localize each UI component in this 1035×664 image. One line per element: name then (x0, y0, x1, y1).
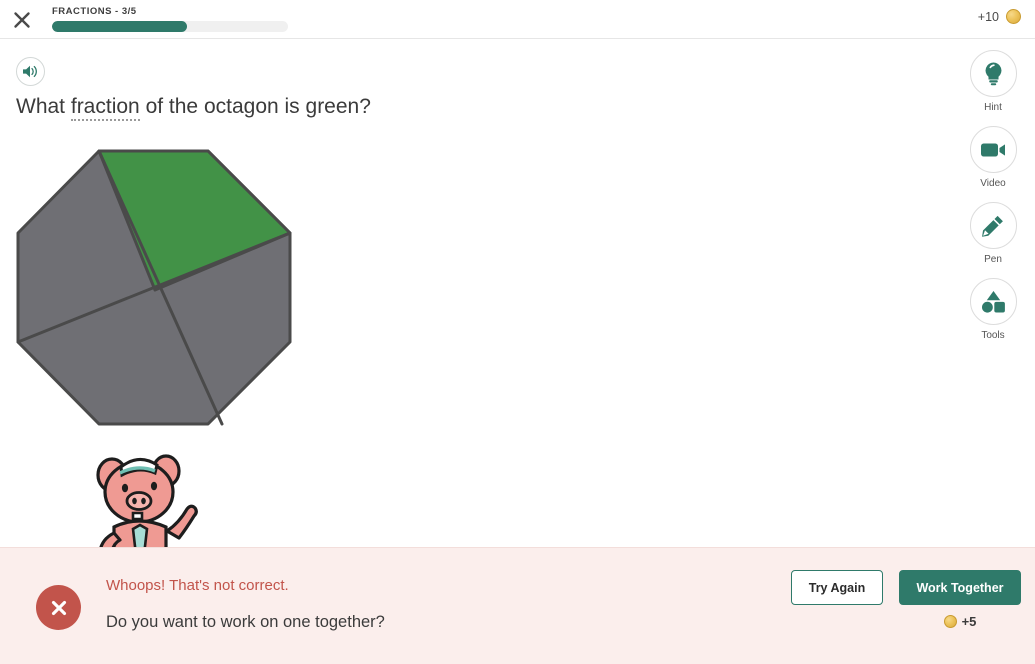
question-prefix: What (16, 95, 71, 118)
work-together-group: Work Together +5 (899, 570, 1021, 629)
coin-icon (943, 615, 957, 628)
tools-button-circle (969, 278, 1017, 325)
glossary-term-fraction[interactable]: fraction (70, 95, 140, 121)
work-together-reward: +5 (943, 614, 977, 629)
status-badge-incorrect (36, 585, 81, 630)
tool-button-video[interactable]: Video (969, 126, 1017, 189)
pig-mascot (88, 445, 206, 557)
tool-button-hint[interactable]: Hint (969, 50, 1017, 113)
hint-button-circle (969, 50, 1017, 97)
lesson-progress: FRACTIONS - 3/5 (52, 6, 288, 32)
speaker-button[interactable] (16, 57, 45, 86)
close-button[interactable] (8, 6, 36, 34)
close-icon (14, 12, 30, 28)
header-bar: FRACTIONS - 3/5 +10 (0, 0, 1035, 39)
reward-value: +5 (961, 614, 977, 629)
feedback-subtext: Do you want to work on one together? (106, 613, 385, 631)
work-together-button[interactable]: Work Together (899, 570, 1021, 605)
tool-button-pen[interactable]: Pen (969, 202, 1017, 265)
error-x-icon (51, 600, 66, 615)
feedback-text-group: Whoops! That's not correct. Do you want … (106, 575, 385, 633)
try-again-button[interactable]: Try Again (791, 570, 883, 605)
question-suffix: of the octagon is green? (139, 95, 371, 118)
tools-sidebar: Hint Video Pen Tools (962, 50, 1024, 354)
octagon-figure (10, 143, 300, 433)
coin-icon (1006, 9, 1021, 24)
video-button-circle (969, 126, 1017, 173)
tool-button-tools[interactable]: Tools (969, 278, 1017, 341)
pig-mascot-icon (96, 454, 198, 557)
feedback-actions: Try Again Work Together +5 (791, 570, 1021, 629)
pen-button-circle (969, 202, 1017, 249)
tool-label-video: Video (980, 178, 1006, 189)
speaker-icon (23, 65, 37, 78)
octagon-svg (16, 149, 292, 426)
feedback-bar: Whoops! That's not correct. Do you want … (0, 547, 1035, 664)
feedback-headline: Whoops! That's not correct. (106, 577, 289, 594)
tool-label-pen: Pen (984, 254, 1002, 265)
tool-label-hint: Hint (984, 102, 1002, 113)
tool-label-tools: Tools (981, 330, 1005, 341)
pencil-icon (982, 215, 1003, 237)
video-camera-icon (981, 143, 1005, 156)
lesson-title: FRACTIONS - 3/5 (52, 6, 137, 17)
points-value: +10 (977, 9, 999, 24)
question-text: What fraction of the octagon is green? (16, 93, 371, 121)
points-badge: +10 (978, 9, 1021, 24)
progress-bar-fill (52, 21, 187, 32)
shapes-icon (981, 291, 1005, 313)
lesson-screen: FRACTIONS - 3/5 +10 What fraction of the… (0, 0, 1035, 664)
progress-bar-track (52, 21, 288, 32)
lightbulb-icon (985, 62, 1001, 86)
